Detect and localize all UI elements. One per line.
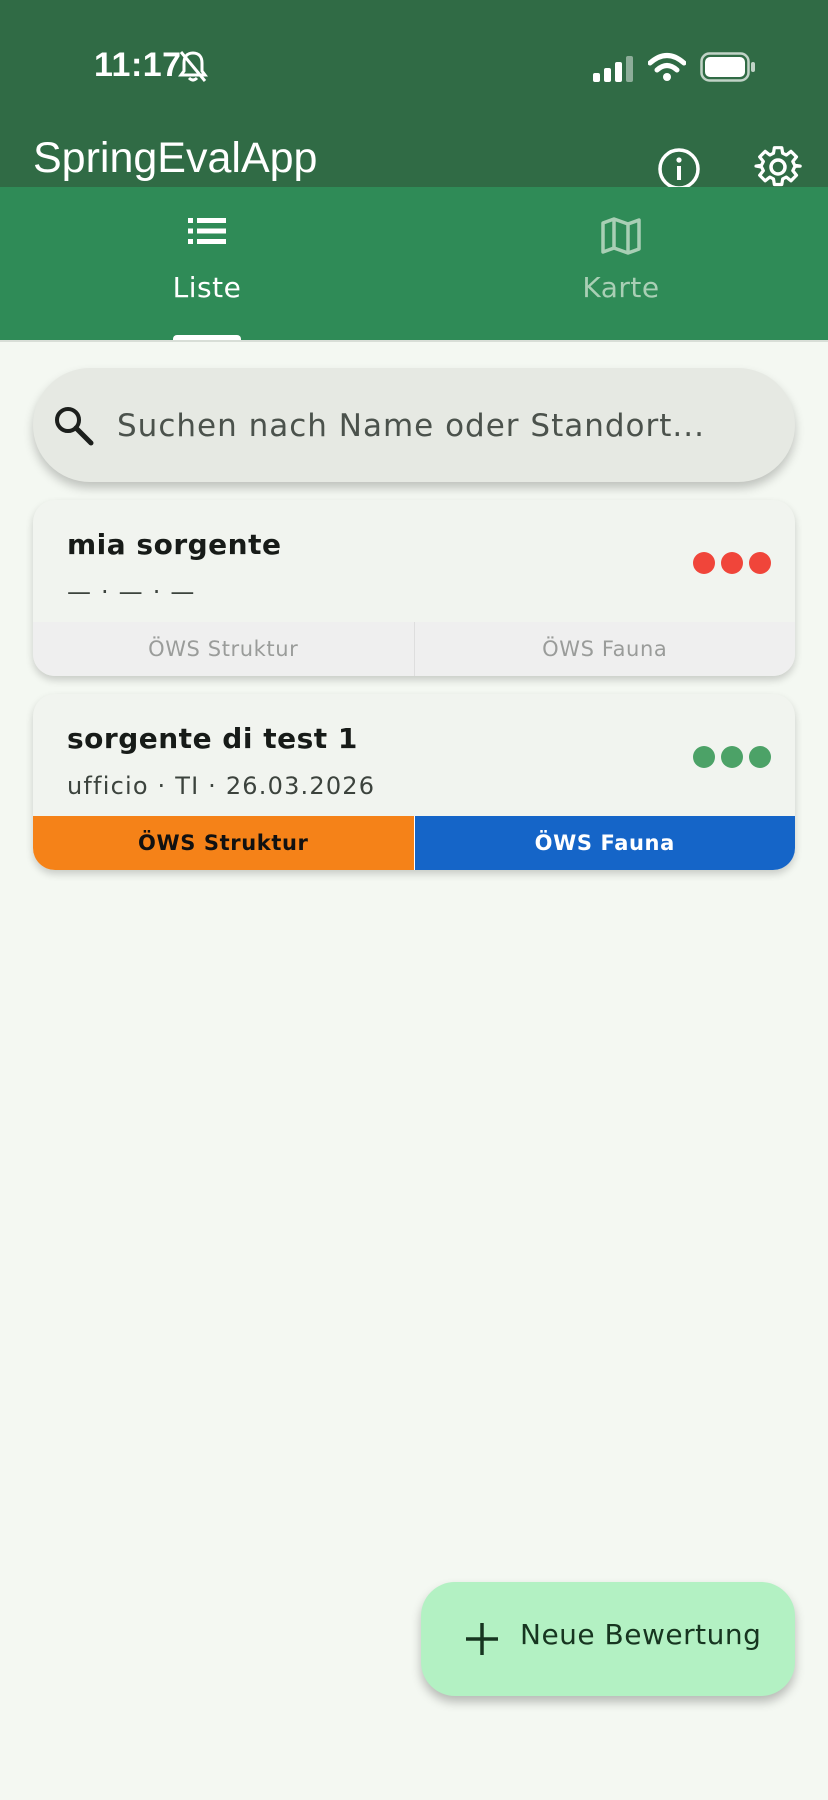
entry-subtitle: ufficio · TI · 26.03.2026 (67, 772, 376, 800)
entry-name: mia sorgente (67, 528, 282, 561)
app-header: 11:17 SpringEvalApp (0, 0, 828, 190)
screen: 11:17 SpringEvalApp Liste Karte Suchen n… (0, 0, 828, 1800)
status-dot (693, 746, 715, 768)
list-icon (188, 218, 226, 244)
bell-off-icon (178, 51, 208, 82)
wifi-icon (648, 53, 686, 81)
ows-fauna-button[interactable]: ÖWS Fauna (414, 816, 795, 870)
ows-struktur-button[interactable]: ÖWS Struktur (33, 622, 415, 676)
status-dot (693, 552, 715, 574)
entry-name: sorgente di test 1 (67, 722, 358, 755)
ows-struktur-button[interactable]: ÖWS Struktur (33, 816, 415, 870)
fab-label: Neue Bewertung (520, 1618, 762, 1651)
search-icon (55, 407, 94, 446)
new-evaluation-button[interactable]: Neue Bewertung (421, 1582, 795, 1696)
status-time: 11:17 (94, 46, 182, 84)
battery-icon (700, 52, 755, 82)
card-actions: ÖWS Struktur ÖWS Fauna (33, 816, 795, 870)
search-input[interactable] (115, 398, 759, 454)
tab-bar: Liste Karte (0, 187, 828, 342)
tab-indicator (173, 335, 241, 340)
gear-icon[interactable] (754, 144, 802, 192)
map-icon (601, 217, 641, 255)
entry-subtitle: — · — · — (67, 578, 196, 606)
signal-icon (593, 56, 633, 82)
info-icon[interactable] (656, 146, 702, 192)
status-dot (721, 746, 743, 768)
status-dot (721, 552, 743, 574)
status-dots (687, 746, 771, 768)
app-title: SpringEvalApp (33, 134, 318, 182)
tab-label-liste: Liste (172, 271, 242, 304)
status-dots (687, 552, 771, 574)
plus-icon (466, 1623, 498, 1655)
status-dot (749, 746, 771, 768)
card-actions: ÖWS Struktur ÖWS Fauna (33, 622, 795, 676)
status-dot (749, 552, 771, 574)
tab-label-karte: Karte (582, 271, 660, 304)
list-item[interactable]: sorgente di test 1 ufficio · TI · 26.03.… (33, 694, 795, 870)
ows-fauna-button[interactable]: ÖWS Fauna (414, 622, 795, 676)
tab-liste[interactable]: Liste (0, 187, 414, 340)
search-bar[interactable] (33, 368, 795, 482)
list-item[interactable]: mia sorgente — · — · — ÖWS Struktur ÖWS … (33, 500, 795, 676)
tab-karte[interactable]: Karte (414, 187, 828, 340)
